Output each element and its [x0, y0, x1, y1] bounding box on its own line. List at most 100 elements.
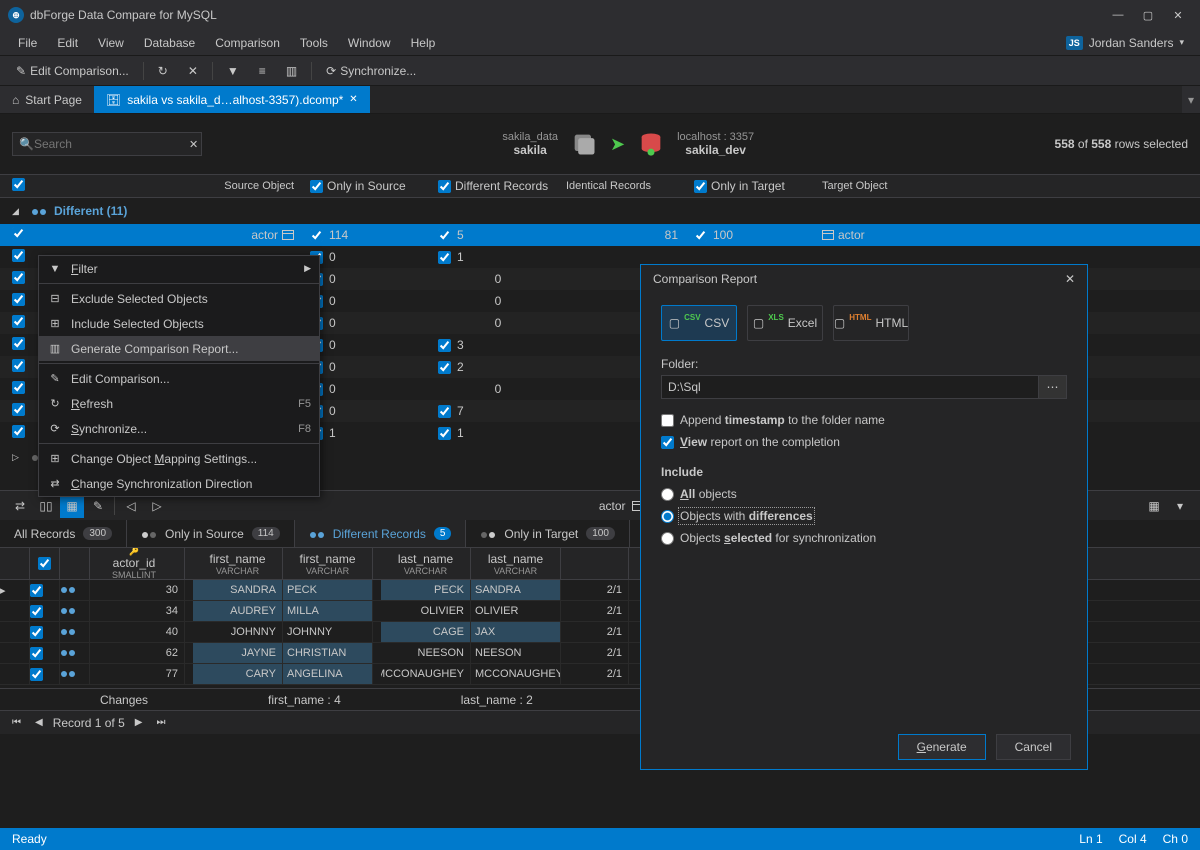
clear-search-icon[interactable]: ✕ [189, 138, 198, 151]
tab-all-records[interactable]: All Records300 [0, 520, 127, 547]
browse-button[interactable]: ⋯ [1039, 375, 1067, 399]
cell-checkbox[interactable] [438, 427, 451, 440]
checkbox[interactable] [661, 414, 674, 427]
radio[interactable] [661, 510, 674, 523]
tab-different-records[interactable]: Different Records5 [295, 520, 467, 547]
next-diff-icon[interactable]: ▷ [145, 494, 169, 518]
close-button[interactable]: ✕ [1164, 5, 1192, 25]
cell-checkbox[interactable] [310, 229, 323, 242]
menu-view[interactable]: View [88, 32, 134, 54]
col-first-name-tgt[interactable]: first_nameVARCHAR [283, 548, 373, 579]
group-different[interactable]: ◢ Different (11) [0, 198, 1200, 224]
row-checkbox[interactable] [12, 227, 25, 240]
menu-window[interactable]: Window [338, 32, 401, 54]
include-all-radio[interactable]: All objects [661, 487, 1067, 501]
tab-only-target[interactable]: Only in Target100 [466, 520, 630, 547]
format-csv-button[interactable]: ▢CSVCSV [661, 305, 737, 341]
view-report-checkbox[interactable]: View report on the completion [661, 435, 1067, 449]
sort-button[interactable]: ≡ [251, 60, 274, 82]
col-different-checkbox[interactable] [438, 180, 451, 193]
columns-icon[interactable]: ▯▯ [34, 494, 58, 518]
cm-direction[interactable]: ⇄ Change Synchronization Direction [39, 471, 319, 496]
expand-icon[interactable]: ▷ [12, 452, 24, 463]
dropdown-icon[interactable]: ▾ [1168, 494, 1192, 518]
col-only-source-checkbox[interactable] [310, 180, 323, 193]
nav-first-icon[interactable]: ⏮ [8, 715, 25, 730]
format-html-button[interactable]: ▢HTMLHTML [833, 305, 909, 341]
synchronize-button[interactable]: ⟳ Synchronize... [318, 60, 424, 82]
report-button[interactable]: ▥ [278, 60, 305, 82]
row-checkbox[interactable] [30, 647, 43, 660]
col-actor-id[interactable]: 🔑actor_idSMALLINT [90, 548, 185, 579]
cell-checkbox[interactable] [438, 229, 451, 242]
col-only-target[interactable]: Only in Target [686, 179, 814, 193]
row-checkbox[interactable] [12, 381, 25, 394]
menu-file[interactable]: File [8, 32, 47, 54]
cm-exclude[interactable]: ⊟ Exclude Selected Objects [39, 286, 319, 311]
cell-checkbox[interactable] [438, 339, 451, 352]
cm-generate-report[interactable]: ▥ Generate Comparison Report... [39, 336, 319, 361]
row-checkbox[interactable] [30, 668, 43, 681]
radio[interactable] [661, 488, 674, 501]
edit-comparison-button[interactable]: ✎ Edit Comparison... [8, 60, 137, 82]
layout-icon[interactable]: ▦ [60, 494, 84, 518]
cell-checkbox[interactable] [438, 361, 451, 374]
menu-edit[interactable]: Edit [47, 32, 88, 54]
filter-button[interactable]: ▼ [219, 60, 247, 82]
include-differences-radio[interactable]: Objects with differences [661, 509, 1067, 523]
radio[interactable] [661, 532, 674, 545]
col-last-name-tgt[interactable]: last_nameVARCHAR [471, 548, 561, 579]
cm-filter[interactable]: ▼ Filter ▶ [39, 256, 319, 281]
menu-tools[interactable]: Tools [290, 32, 338, 54]
tab-close-icon[interactable]: ✕ [349, 94, 357, 105]
swap-icon[interactable]: ⇄ [8, 494, 32, 518]
col-first-name-src[interactable]: first_nameVARCHAR [193, 548, 283, 579]
col-source-object[interactable]: Source Object [32, 180, 302, 192]
nav-next-icon[interactable]: ▶ [131, 715, 147, 730]
row-checkbox[interactable] [30, 584, 43, 597]
cell-checkbox[interactable] [694, 229, 707, 242]
tab-start-page[interactable]: ⌂ Start Page [0, 86, 94, 113]
format-excel-button[interactable]: ▢XLSExcel [747, 305, 823, 341]
tab-comparison-doc[interactable]: 🗄 sakila vs sakila_d…alhost-3357).dcomp*… [94, 86, 370, 113]
row-checkbox[interactable] [12, 315, 25, 328]
col-different[interactable]: Different Records [430, 179, 558, 193]
search-box[interactable]: 🔍 ✕ [12, 132, 202, 156]
row-checkbox[interactable] [30, 605, 43, 618]
refresh-button[interactable]: ↻ [150, 60, 176, 82]
col-only-target-checkbox[interactable] [694, 180, 707, 193]
col-only-source[interactable]: Only in Source [302, 179, 430, 193]
nav-prev-icon[interactable]: ◀ [31, 715, 47, 730]
menu-database[interactable]: Database [134, 32, 205, 54]
collapse-icon[interactable]: ◢ [12, 206, 24, 217]
table-row[interactable]: actor 114 5 81 100 actor [0, 224, 1200, 246]
col-identical[interactable]: Identical Records [558, 180, 686, 192]
cm-synchronize[interactable]: ⟳ Synchronize... F8 [39, 416, 319, 441]
row-checkbox[interactable] [12, 293, 25, 306]
generate-button[interactable]: Generate [898, 734, 986, 760]
tab-only-source[interactable]: Only in Source114 [127, 520, 295, 547]
checkbox[interactable] [661, 436, 674, 449]
cm-edit-comparison[interactable]: ✎ Edit Comparison... [39, 366, 319, 391]
grid-select-all[interactable] [38, 557, 51, 570]
folder-input[interactable] [661, 375, 1039, 399]
row-checkbox[interactable] [30, 626, 43, 639]
row-checkbox[interactable] [12, 249, 25, 262]
cell-checkbox[interactable] [438, 251, 451, 264]
append-timestamp-checkbox[interactable]: Append timestamp to the folder name [661, 413, 1067, 427]
row-checkbox[interactable] [12, 271, 25, 284]
col-target-object[interactable]: Target Object [814, 180, 895, 192]
dialog-close-icon[interactable]: ✕ [1065, 272, 1075, 286]
user-menu[interactable]: JS Jordan Sanders ▾ [1066, 36, 1192, 50]
minimize-button[interactable]: — [1104, 5, 1132, 25]
maximize-button[interactable]: ▢ [1134, 5, 1162, 25]
search-input[interactable] [34, 137, 189, 151]
edit-icon[interactable]: ✎ [86, 494, 110, 518]
nav-last-icon[interactable]: ⏭ [152, 715, 169, 730]
tab-overflow-button[interactable]: ▾ [1182, 86, 1200, 113]
row-checkbox[interactable] [12, 403, 25, 416]
menu-comparison[interactable]: Comparison [205, 32, 290, 54]
prev-diff-icon[interactable]: ◁ [119, 494, 143, 518]
row-checkbox[interactable] [12, 337, 25, 350]
row-checkbox[interactable] [12, 359, 25, 372]
